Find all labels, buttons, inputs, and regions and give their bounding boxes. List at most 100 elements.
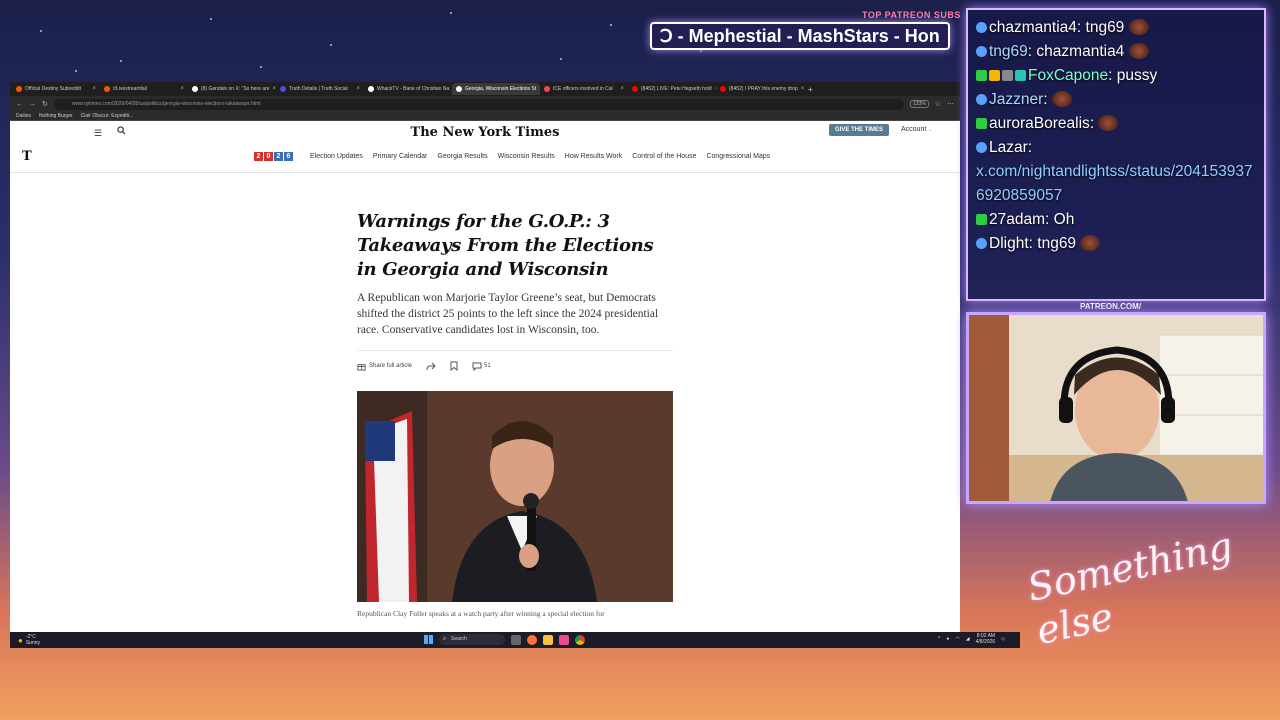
zoom-indicator[interactable]: 133% [909,100,929,108]
chat-separator: : [1076,19,1086,36]
share-icon[interactable] [426,362,436,371]
tab-title: Georgia, Wisconsin Elections St [465,86,537,92]
paint-icon[interactable] [559,634,569,645]
nyt-header: ☰ The New York Times GIVE THE TIMES Acco… [10,121,960,143]
something-else-logo: Something else [1023,523,1237,654]
chat-message: FoxCapone: pussy [976,64,1256,88]
taskbar-search[interactable]: ⌕ Search [439,634,505,645]
bookmark-star-icon[interactable]: ☆ [935,100,941,108]
chat-message: Lazar: [976,136,1256,160]
browser-tab[interactable]: ICE officers involved in Cal × [540,83,628,95]
new-tab-button[interactable]: + [808,85,813,94]
nyt-masthead[interactable]: The New York Times [10,125,960,140]
chat-username[interactable]: tng69 [989,43,1028,60]
browser-tab[interactable]: (8452) I PRAY this enemy drop × [716,83,804,95]
chat-username[interactable]: Lazar [989,139,1028,156]
chat-username[interactable]: 27adam [989,211,1045,228]
bookmark-icon[interactable] [450,361,458,371]
chat-username[interactable]: auroraBorealis [989,115,1090,132]
forward-icon[interactable]: → [29,101,36,108]
chat-text: Oh [1053,211,1075,228]
bookmark-clair-obscur[interactable]: Clair Obscur: Expediti... [81,113,134,119]
tab-title: Official Destiny Subreddit [25,86,82,92]
comment-icon [472,362,482,371]
chat-emote-icon [1080,235,1101,251]
nav-wisconsin-results[interactable]: Wisconsin Results [498,153,555,160]
browser-tab[interactable]: Georgia, Wisconsin Elections St× [452,83,540,95]
volume-icon[interactable]: ◢ [966,636,970,642]
chat-emote-icon [1098,115,1119,131]
webcam-illustration [969,315,1263,501]
browser-tab[interactable]: r/Livestreamfail × [100,83,188,95]
notifications-icon[interactable]: ◇ [1001,636,1005,642]
article-toolbar: Share full article 51 [357,361,673,371]
task-view-icon[interactable] [511,634,521,645]
browser-window: Official Destiny Subreddit × r/Livestreamf… [10,82,960,648]
bookmark-dailies[interactable]: Dailies [16,113,31,119]
chat-text[interactable]: x.com/nightandlightss/status/20415393769… [976,163,1253,204]
article-photo[interactable] [357,391,673,602]
chat-username[interactable]: chazmantia4 [989,19,1077,36]
chat-text: pussy [1116,67,1158,84]
clock-date: 4/8/2026 [975,639,996,645]
chat-username[interactable]: FoxCapone [1028,67,1108,84]
tab-favicon-icon [16,86,22,92]
close-tab-icon[interactable]: × [801,86,804,92]
chat-message: chazmantia4: tng69 [976,16,1256,40]
chat-badge-icon [976,118,987,129]
browser-tab[interactable]: Official Destiny Subreddit × [12,83,100,95]
reload-icon[interactable]: ↻ [42,100,48,108]
search-placeholder: Search [451,636,467,642]
tab-favicon-icon [368,86,374,92]
chat-box: chazmantia4: tng69 tng69: chazmantia4 Fo… [966,8,1266,301]
give-the-times-button[interactable]: GIVE THE TIMES [829,124,890,136]
chevron-up-icon[interactable]: ^ [938,636,940,642]
chat-separator: : [1043,91,1052,108]
clock[interactable]: 8:02 AM 4/8/2026 [976,633,995,645]
url-input[interactable]: www.nytimes.com/2026/04/05/us/politics/g… [53,98,904,110]
tab-favicon-icon [632,86,638,92]
article: Warnings for the G.O.P.: 3 Takeaways Fro… [357,210,673,618]
chat-message: tng69: chazmantia4 [976,40,1256,64]
chat-badge-icon [976,214,987,225]
back-icon[interactable]: ← [16,101,23,108]
windows-start-icon[interactable] [424,635,433,644]
browser-tab[interactable]: Truth Details | Truth Social × [276,83,364,95]
election-nav: T 2 0 2 6 Election Updates Primary Calen… [10,143,960,173]
account-menu[interactable]: Account ⌄ [901,126,932,133]
article-headline: Warnings for the G.O.P.: 3 Takeaways Fro… [357,211,654,280]
wifi-icon[interactable]: ◠ [955,636,959,642]
chat-message: 27adam: Oh [976,208,1256,232]
firefox-icon[interactable] [527,634,537,645]
extensions-icon[interactable]: ⋯ [947,100,954,108]
nav-election-updates[interactable]: Election Updates [310,153,363,160]
close-tab-icon[interactable]: × [180,86,184,92]
tab-title: r/Livestreamfail [113,86,147,92]
mic-icon[interactable]: ● [946,636,949,642]
nyt-t-logo[interactable]: T [22,149,32,164]
chat-badge-icon [976,142,987,153]
close-tab-icon[interactable]: × [620,86,624,92]
comments-button[interactable]: 51 [472,362,491,371]
share-full-article-button[interactable]: Share full article [357,362,412,371]
browser-tab[interactable]: WhackTV - Bane of Christian Na× [364,83,452,95]
browser-tab[interactable]: (8) Gandalv on X: "So here are × [188,83,276,95]
nav-primary-calendar[interactable]: Primary Calendar [373,153,427,160]
chat-username[interactable]: Dlight [989,235,1029,252]
nav-control-of-house[interactable]: Control of the House [632,153,696,160]
tab-title: ICE officers involved in Cal [553,86,613,92]
file-explorer-icon[interactable] [543,634,553,645]
nav-georgia-results[interactable]: Georgia Results [437,153,487,160]
chat-username[interactable]: Jazzner [989,91,1043,108]
tab-bar: Official Destiny Subreddit × r/Livestreamf… [10,82,960,96]
browser-tab[interactable]: (8452) LIVE: Pete Hegseth hold× [628,83,716,95]
year-2026-badge[interactable]: 2 0 2 6 [254,152,293,161]
close-tab-icon[interactable]: × [92,86,96,92]
chrome-icon[interactable] [575,634,585,645]
close-tab-icon[interactable]: × [356,86,360,92]
nav-how-results-work[interactable]: How Results Work [565,153,622,160]
weather-widget[interactable]: ● -2°C Sunny [18,634,40,646]
nav-congressional-maps[interactable]: Congressional Maps [706,153,770,160]
year-digit: 2 [254,152,263,161]
bookmark-nothing-burger[interactable]: Nothing Burger [39,113,73,119]
